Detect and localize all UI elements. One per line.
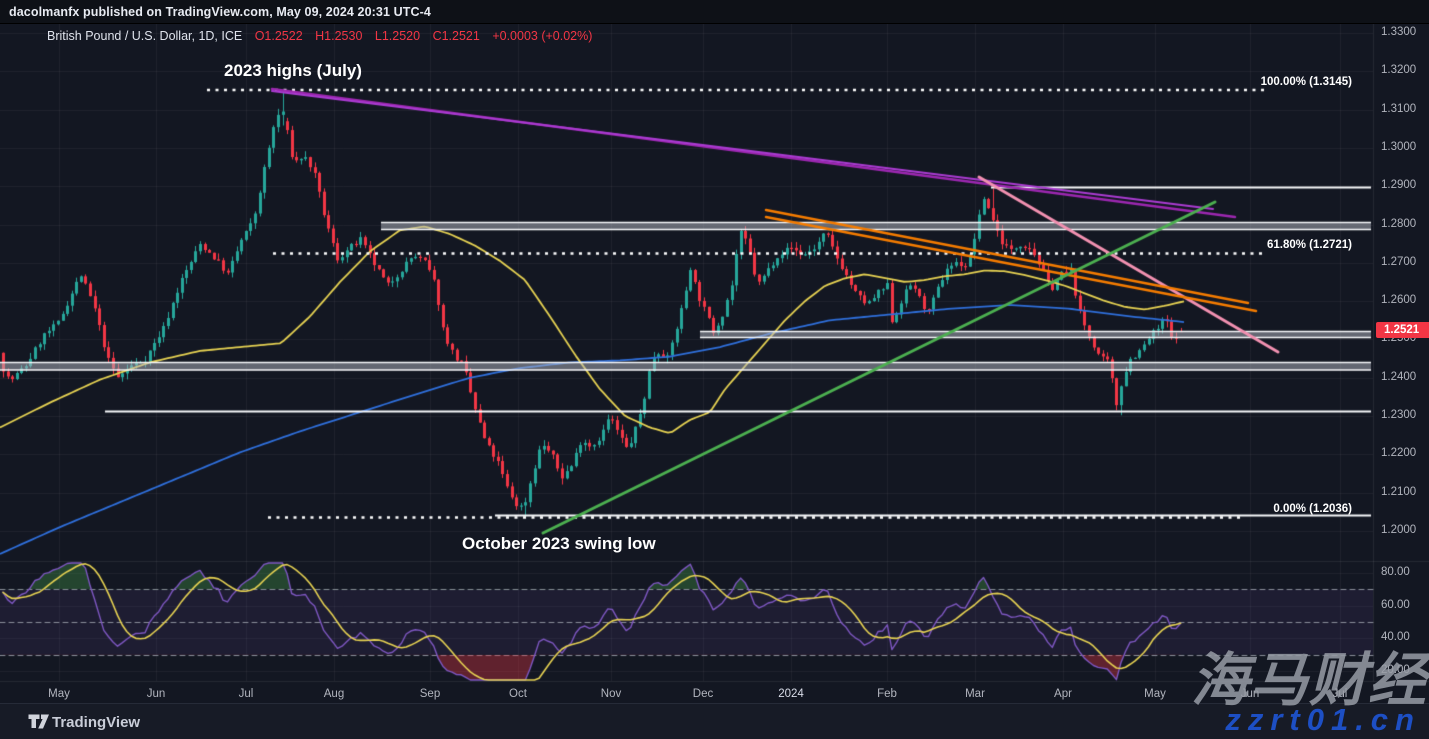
legend-low: L1.2520	[375, 29, 420, 43]
tradingview-brand-text[interactable]: TradingView	[52, 714, 140, 731]
price-axis-label: 1.2900	[1381, 179, 1416, 191]
time-axis-label: May	[1144, 688, 1166, 700]
annotation-2023-highs: 2023 highs (July)	[224, 61, 362, 81]
price-axis-label: 1.2100	[1381, 486, 1416, 498]
price-axis-label: 1.2300	[1381, 409, 1416, 421]
fib-level-label: 0.00% (1.2036)	[1273, 503, 1352, 515]
time-axis-label: Feb	[877, 688, 897, 700]
price-axis-label: 1.3100	[1381, 103, 1416, 115]
publish-info-bar: dacolmanfx published on TradingView.com,…	[0, 0, 1429, 24]
watermark-site: zzrt01.cn	[1225, 702, 1421, 738]
legend-high: H1.2530	[315, 29, 362, 43]
time-axis-label: Nov	[601, 688, 621, 700]
price-axis-label: 1.2000	[1381, 524, 1416, 536]
annotation-oct-swing-low: October 2023 swing low	[462, 534, 656, 554]
tradingview-logo-icon[interactable]	[28, 714, 50, 729]
price-axis-label: 1.2800	[1381, 218, 1416, 230]
time-axis-label: Jul	[239, 688, 254, 700]
price-axis-label: 1.2400	[1381, 371, 1416, 383]
time-axis-label: Jun	[147, 688, 166, 700]
symbol-legend[interactable]: British Pound / U.S. Dollar, 1D, ICE O1.…	[47, 29, 592, 43]
price-axis-label: 1.3300	[1381, 26, 1416, 38]
last-price-badge: 1.2521	[1376, 322, 1429, 338]
price-chart-canvas[interactable]	[0, 0, 1429, 739]
time-axis-label: Dec	[693, 688, 713, 700]
price-axis-label: 1.3200	[1381, 64, 1416, 76]
legend-close: C1.2521	[433, 29, 480, 43]
price-axis-label: 1.2700	[1381, 256, 1416, 268]
time-axis-label: Mar	[965, 688, 985, 700]
publish-info-text: dacolmanfx published on TradingView.com,…	[9, 5, 431, 19]
time-axis-label: Apr	[1054, 688, 1072, 700]
rsi-axis-label: 60.00	[1381, 599, 1410, 611]
price-axis-label: 1.3000	[1381, 141, 1416, 153]
time-axis-label: Oct	[509, 688, 527, 700]
time-axis-label: Aug	[324, 688, 344, 700]
price-axis-label: 1.2600	[1381, 294, 1416, 306]
rsi-axis-label: 80.00	[1381, 566, 1410, 578]
price-axis-label: 1.2200	[1381, 447, 1416, 459]
legend-open: O1.2522	[255, 29, 303, 43]
fib-level-label: 100.00% (1.3145)	[1261, 76, 1352, 88]
time-axis-label: 2024	[778, 688, 804, 700]
time-axis-label: Sep	[420, 688, 440, 700]
fib-level-label: 61.80% (1.2721)	[1267, 239, 1352, 251]
symbol-title: British Pound / U.S. Dollar, 1D, ICE	[47, 29, 242, 43]
tradingview-published-chart: dacolmanfx published on TradingView.com,…	[0, 0, 1429, 739]
time-axis-label: May	[48, 688, 70, 700]
legend-change: +0.0003 (+0.02%)	[492, 29, 592, 43]
